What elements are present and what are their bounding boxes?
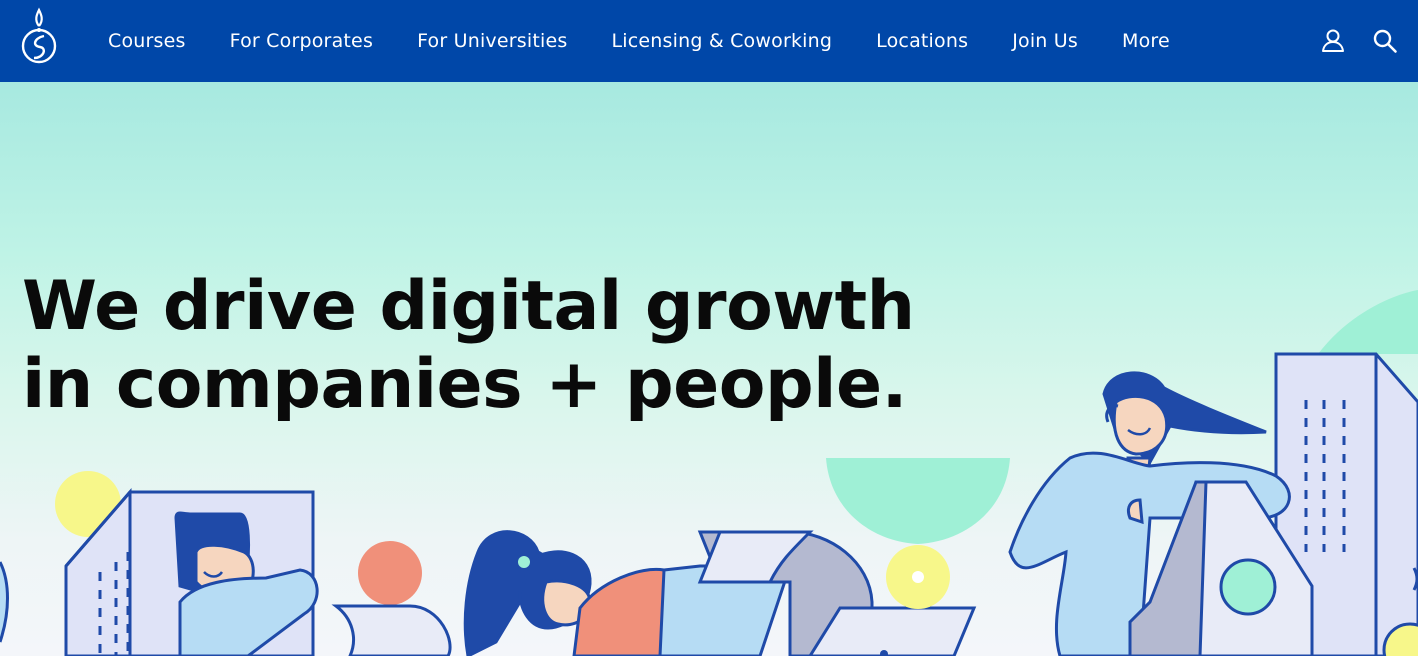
hero-headline-line-1: We drive digital growth: [22, 267, 915, 346]
hero-headline: We drive digital growth in companies + p…: [22, 268, 922, 424]
nav-more[interactable]: More: [1122, 30, 1170, 52]
nav-for-corporates[interactable]: For Corporates: [230, 30, 373, 52]
nav-join-us[interactable]: Join Us: [1012, 30, 1078, 52]
main-nav: Courses For Corporates For Universities …: [108, 0, 1170, 82]
nav-locations[interactable]: Locations: [876, 30, 968, 52]
nav-courses[interactable]: Courses: [108, 30, 186, 52]
top-navigation-bar: Courses For Corporates For Universities …: [0, 0, 1418, 82]
general-assembly-logo-icon[interactable]: [20, 6, 58, 64]
person-middle: [463, 530, 666, 656]
nav-licensing-coworking[interactable]: Licensing & Coworking: [611, 30, 832, 52]
hero-headline-line-2: in companies + people.: [22, 345, 907, 424]
nav-for-universities[interactable]: For Universities: [417, 30, 567, 52]
user-icon[interactable]: [1320, 28, 1346, 54]
hero-section: We drive digital growth in companies + p…: [0, 82, 1418, 656]
search-icon[interactable]: [1372, 28, 1398, 54]
